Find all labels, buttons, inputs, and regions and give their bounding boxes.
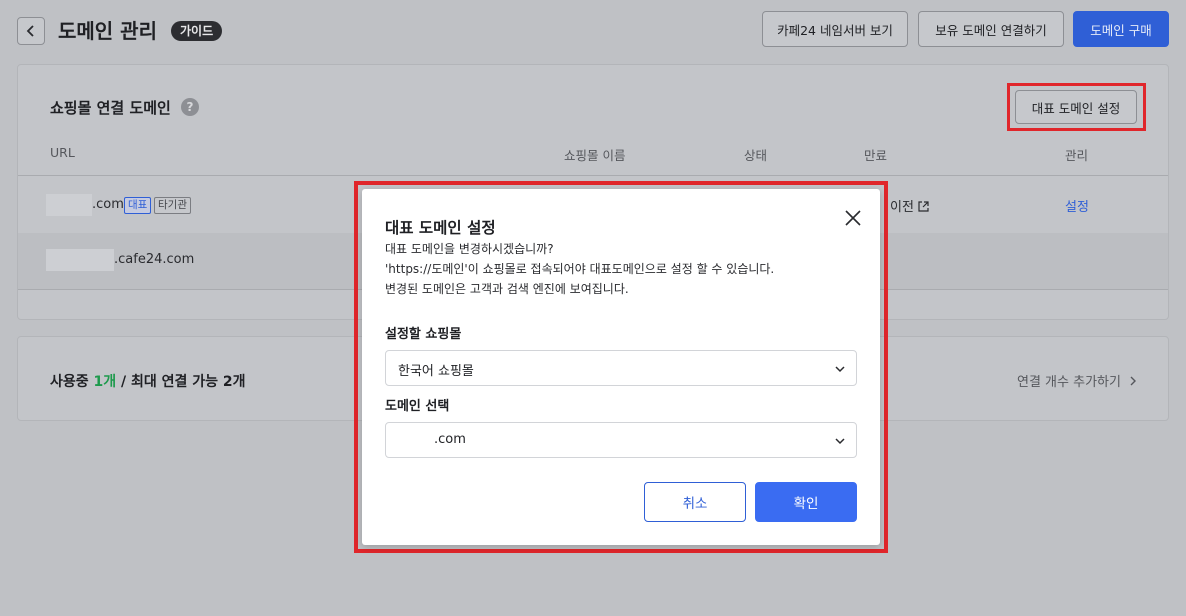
- settings-link[interactable]: 설정: [1065, 196, 1089, 215]
- shop-select[interactable]: 한국어 쇼핑몰: [385, 350, 857, 386]
- chevron-down-icon: [835, 366, 845, 373]
- modal-description-line: 'https://도메인'이 쇼핑몰로 접속되어야 대표도메인으로 설정 할 수…: [385, 262, 775, 276]
- chevron-left-icon: [26, 25, 34, 37]
- url-cell: .com: [92, 197, 124, 212]
- guide-badge[interactable]: 가이드: [171, 21, 223, 41]
- highlight-box: [1007, 83, 1146, 131]
- help-icon[interactable]: ?: [181, 98, 199, 116]
- chevron-right-icon: [1130, 376, 1137, 386]
- buy-domain-button[interactable]: 도메인 구매: [1073, 11, 1169, 47]
- url-cell: .cafe24.com: [114, 252, 195, 267]
- expire-text: 이전: [890, 200, 914, 215]
- chevron-down-icon: [835, 438, 845, 445]
- expire-cell[interactable]: 이전: [890, 196, 929, 215]
- column-header-expire: 만료: [864, 148, 888, 163]
- confirm-button[interactable]: 확인: [755, 482, 857, 522]
- column-header-shop-name: 쇼핑몰 이름: [564, 148, 626, 163]
- other-registrar-tag: 타기관: [154, 197, 191, 214]
- section-title: 쇼핑몰 연결 도메인: [50, 99, 171, 117]
- nameserver-button[interactable]: 카페24 네임서버 보기: [762, 11, 908, 47]
- close-icon: [845, 210, 861, 226]
- external-link-icon: [918, 201, 929, 212]
- usage-count: 1개: [93, 374, 117, 390]
- header-divider: [18, 175, 1168, 176]
- cancel-button[interactable]: 취소: [644, 482, 746, 522]
- masked-domain: [46, 194, 92, 216]
- usage-summary: 사용중 1개 / 최대 연결 가능 2개: [50, 371, 246, 391]
- column-header-url: URL: [50, 145, 75, 160]
- shop-select-label: 설정할 쇼핑몰: [385, 327, 462, 342]
- masked-domain: [46, 249, 114, 271]
- back-button[interactable]: [17, 17, 45, 45]
- connect-owned-domain-button[interactable]: 보유 도메인 연결하기: [918, 11, 1064, 47]
- domain-select[interactable]: .com: [385, 422, 857, 458]
- column-header-manage: 관리: [1065, 148, 1089, 163]
- usage-suffix: / 최대 연결 가능 2개: [116, 374, 246, 390]
- modal-title: 대표 도메인 설정: [385, 219, 496, 237]
- close-button[interactable]: [842, 207, 864, 229]
- add-connection-link[interactable]: 연결 개수 추가하기: [1017, 371, 1138, 390]
- representative-domain-modal: 대표 도메인 설정 대표 도메인을 변경하시겠습니까? 'https://도메인…: [362, 189, 880, 545]
- domain-select-value: .com: [434, 432, 466, 447]
- domain-select-label: 도메인 선택: [385, 399, 450, 414]
- add-connection-label: 연결 개수 추가하기: [1017, 375, 1121, 390]
- page-title: 도메인 관리: [58, 19, 157, 43]
- modal-description-line: 변경된 도메인은 고객과 검색 엔진에 보여집니다.: [385, 282, 629, 296]
- usage-prefix: 사용중: [50, 374, 94, 390]
- modal-description-line: 대표 도메인을 변경하시겠습니까?: [385, 242, 554, 256]
- column-header-status: 상태: [744, 148, 768, 163]
- representative-tag: 대표: [124, 197, 152, 214]
- shop-select-value: 한국어 쇼핑몰: [398, 364, 474, 379]
- top-bar: 도메인 관리 가이드 카페24 네임서버 보기 보유 도메인 연결하기 도메인 …: [0, 0, 1186, 62]
